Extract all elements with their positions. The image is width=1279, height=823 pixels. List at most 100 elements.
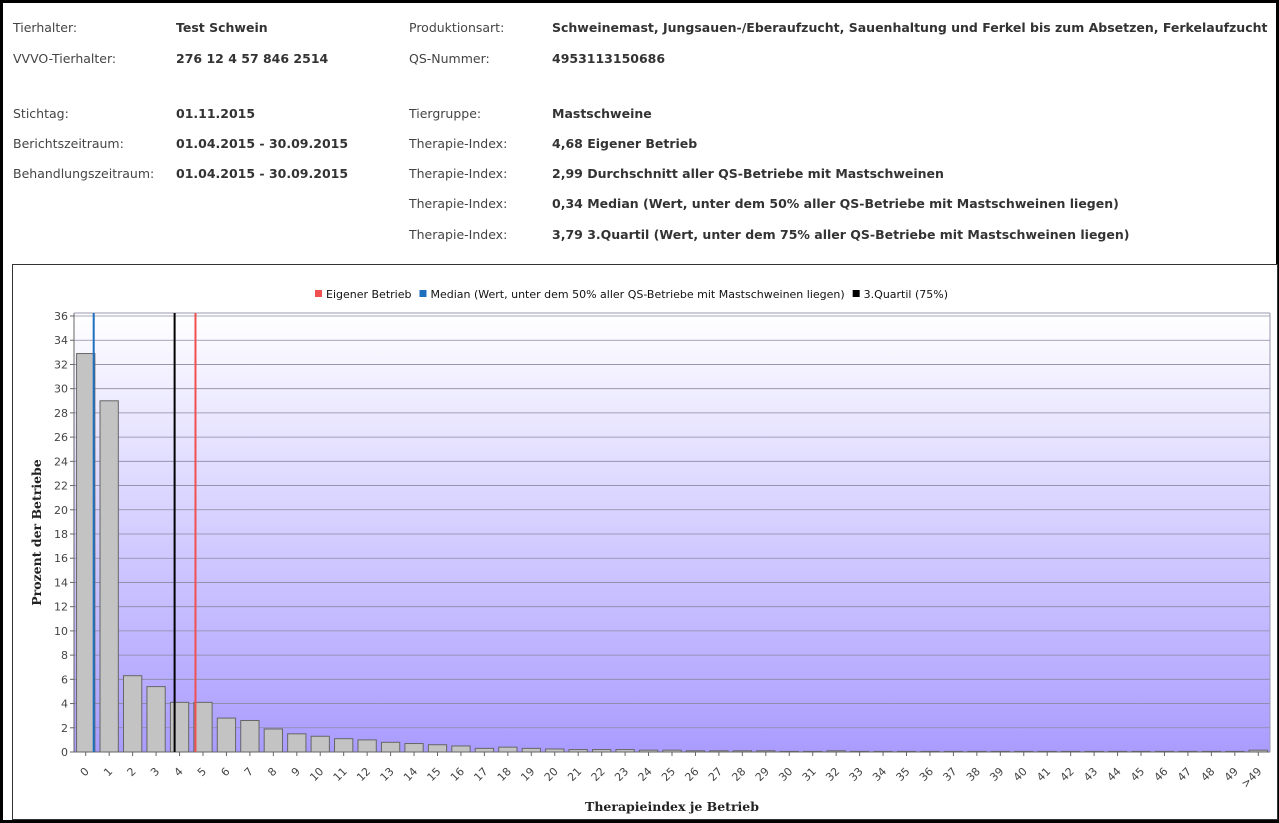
- x-tick-label: 38: [964, 765, 983, 784]
- legend-label: Eigener Betrieb: [326, 288, 411, 301]
- x-tick-label: 9: [289, 765, 303, 779]
- x-tick-label: 18: [495, 765, 514, 784]
- x-tick-label: 15: [425, 765, 444, 784]
- bar: [76, 353, 96, 753]
- x-tick-label: 24: [636, 765, 655, 784]
- info-label-qs-nummer: QS-Nummer:: [409, 51, 490, 66]
- x-tick-label: 13: [378, 765, 397, 784]
- info-panel: Tierhalter: Test Schwein VVVO-Tierhalter…: [11, 3, 1273, 260]
- x-tick-label: 36: [917, 765, 936, 784]
- y-tick-label: 18: [54, 528, 68, 541]
- bar: [380, 741, 401, 753]
- bar: [404, 743, 424, 753]
- info-value-tierhalter: Test Schwein: [176, 20, 268, 35]
- legend-swatch: [852, 290, 860, 297]
- x-tick-label: 40: [1011, 765, 1030, 784]
- x-tick-label: 17: [471, 765, 490, 784]
- x-tick-label: 47: [1175, 765, 1194, 784]
- info-value-therapie-index-quartil: 3,79 3.Quartil (Wert, unter dem 75% alle…: [552, 227, 1130, 242]
- bar: [310, 735, 330, 753]
- x-tick-label: 3: [148, 765, 162, 779]
- bar: [99, 400, 119, 753]
- x-tick-label: 26: [682, 765, 701, 784]
- y-tick-label: 26: [54, 431, 68, 444]
- x-tick-label: 45: [1128, 765, 1147, 784]
- x-tick-label: 10: [307, 765, 326, 784]
- x-tick-label: 33: [847, 765, 866, 784]
- x-tick-label: 31: [800, 765, 819, 784]
- x-tick-label: 22: [589, 765, 608, 784]
- info-value-qs-nummer: 4953113150686: [552, 51, 666, 66]
- info-value-therapie-index-eigener: 4,68 Eigener Betrieb: [552, 136, 698, 151]
- x-tick-label: 35: [894, 765, 913, 784]
- x-tick-label: 8: [265, 765, 279, 779]
- bar: [216, 717, 237, 753]
- y-axis-title: Prozent der Betriebe: [29, 459, 44, 606]
- y-tick-label: 16: [54, 552, 68, 565]
- info-value-therapie-index-median: 0,34 Median (Wert, unter dem 50% aller Q…: [552, 196, 1119, 211]
- bar: [427, 744, 448, 753]
- y-tick-label: 24: [54, 455, 68, 468]
- x-tick-label: 6: [218, 765, 232, 779]
- x-tick-label: 11: [331, 765, 350, 784]
- info-value-behandlungszeitraum: 01.04.2015 - 30.09.2015: [176, 166, 349, 181]
- x-tick-label: 14: [401, 765, 420, 784]
- x-tick-label: 19: [518, 765, 537, 784]
- bar: [287, 733, 307, 753]
- bar: [498, 746, 518, 753]
- x-tick-label: 21: [565, 765, 584, 784]
- info-value-vvvo: 276 12 4 57 846 2514: [176, 51, 329, 66]
- bar: [474, 747, 495, 753]
- info-label-behandlungszeitraum: Behandlungszeitraum:: [13, 166, 155, 181]
- x-tick-label: 46: [1152, 765, 1171, 784]
- info-value-therapie-index-durchschnitt: 2,99 Durchschnitt aller QS-Betriebe mit …: [552, 166, 944, 181]
- y-tick-label: 6: [61, 673, 68, 686]
- bar: [357, 739, 377, 753]
- y-tick-label: 36: [54, 310, 68, 323]
- bar: [521, 747, 541, 753]
- x-tick-label: 23: [612, 765, 631, 784]
- bar: [146, 686, 166, 753]
- info-label-vvvo: VVVO-Tierhalter:: [13, 51, 117, 66]
- y-tick-label: 32: [54, 358, 68, 371]
- info-label-therapie-index: Therapie-Index:: [409, 136, 508, 151]
- y-tick-label: 10: [54, 625, 68, 638]
- x-tick-label: 4: [172, 765, 186, 779]
- x-tick-label: 39: [987, 765, 1006, 784]
- x-tick-label: 5: [195, 765, 209, 779]
- info-value-produktionsart: Schweinemast, Jungsauen-/Eberaufzucht, S…: [552, 20, 1268, 35]
- info-value-berichtszeitraum: 01.04.2015 - 30.09.2015: [176, 136, 349, 151]
- y-tick-label: 22: [54, 480, 68, 493]
- legend-swatch: [419, 290, 427, 297]
- y-tick-label: 0: [61, 746, 68, 759]
- y-tick-label: 34: [54, 334, 68, 347]
- y-tick-label: 12: [54, 601, 68, 614]
- x-tick-label: >49: [1239, 765, 1265, 791]
- x-tick-label: 34: [870, 765, 889, 784]
- x-tick-label: 30: [776, 765, 795, 784]
- info-label-tierhalter: Tierhalter:: [13, 20, 78, 35]
- chart-panel: 0 2 4 6 8 10 12 14 16 18 20 22 24 26 28 30 32 34 36 0 1 2 3 4 5 6…: [12, 264, 1278, 820]
- bar: [122, 675, 143, 753]
- y-tick-label: 8: [61, 649, 68, 662]
- histogram-chart: 0246810121416182022242628303234360 1 2 3 4 5 6…: [29, 288, 1271, 814]
- y-tick-label: 28: [54, 407, 68, 420]
- x-tick-label: 7: [242, 765, 256, 779]
- x-tick-label: 37: [940, 765, 959, 784]
- x-tick-label: 0: [78, 765, 92, 779]
- info-label-stichtag: Stichtag:: [13, 106, 69, 121]
- y-tick-label: 2: [61, 722, 68, 735]
- x-tick-label: 32: [823, 765, 842, 784]
- bar: [263, 728, 283, 753]
- y-tick-label: 30: [54, 383, 68, 396]
- x-tick-label: 20: [542, 765, 561, 784]
- x-tick-label: 43: [1081, 765, 1100, 784]
- x-tick-label: 28: [729, 765, 748, 784]
- x-tick-label: 44: [1105, 765, 1124, 784]
- legend-swatch: [315, 290, 322, 297]
- x-tick-label: 16: [448, 765, 467, 784]
- info-value-stichtag: 01.11.2015: [176, 106, 256, 121]
- x-tick-label: 48: [1198, 765, 1217, 784]
- x-tick-label: 25: [659, 765, 678, 784]
- info-label-berichtszeitraum: Berichtszeitraum:: [13, 136, 124, 151]
